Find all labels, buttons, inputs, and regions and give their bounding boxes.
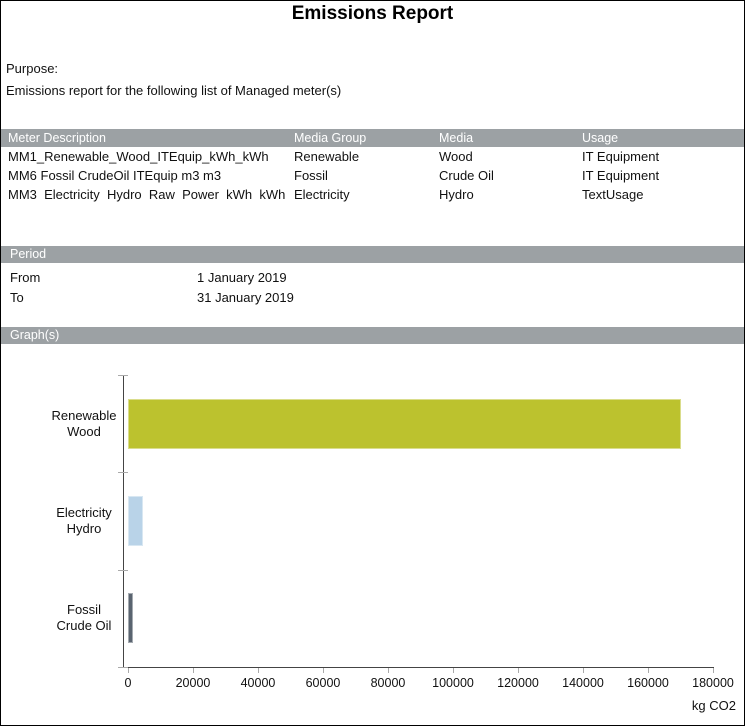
x-axis-tick — [258, 668, 259, 673]
cell-media: Hydro — [439, 185, 474, 204]
cell-usage: IT Equipment — [582, 166, 659, 185]
x-axis-unit-label: kg CO2 — [692, 698, 736, 713]
x-axis-tick — [193, 668, 194, 673]
column-header-media: Media — [439, 129, 473, 147]
x-tick-label: 160000 — [618, 676, 678, 690]
x-tick-label: 0 — [98, 676, 158, 690]
y-axis-tick — [118, 570, 128, 571]
cell-usage: IT Equipment — [582, 147, 659, 166]
cell-media-group: Renewable — [294, 147, 359, 166]
cell-usage: TextUsage — [582, 185, 643, 204]
period-from-label: From — [10, 268, 40, 287]
category-label-line: Hydro — [67, 521, 102, 537]
x-tick-label: 40000 — [228, 676, 288, 690]
x-tick-label: 60000 — [293, 676, 353, 690]
category-label-fossil-crude-oil: FossilCrude Oil — [29, 593, 139, 643]
category-label-line: Fossil — [67, 602, 101, 618]
x-axis-tick — [713, 668, 714, 673]
x-axis-line — [123, 667, 714, 668]
x-axis-tick — [388, 668, 389, 673]
column-header-media-group: Media Group — [294, 129, 366, 147]
y-axis-tick — [118, 375, 128, 376]
x-tick-label: 100000 — [423, 676, 483, 690]
x-axis-tick — [518, 668, 519, 673]
emissions-report-page: Emissions Report Purpose: Emissions repo… — [0, 0, 745, 726]
cell-meter-description: MM1_Renewable_Wood_ITEquip_kWh_kWh — [8, 147, 289, 166]
x-axis-tick — [323, 668, 324, 673]
purpose-text: Emissions report for the following list … — [6, 83, 341, 98]
period-section-header: Period — [1, 246, 744, 263]
page-title: Emissions Report — [1, 3, 744, 25]
cell-media: Crude Oil — [439, 166, 494, 185]
purpose-label: Purpose: — [6, 61, 58, 76]
category-label-electricity-hydro: ElectricityHydro — [29, 496, 139, 546]
column-header-meter-description: Meter Description — [8, 129, 106, 147]
period-from-row: From 1 January 2019 — [1, 268, 744, 287]
y-axis-tick — [118, 472, 128, 473]
category-label-line: Wood — [67, 424, 101, 440]
x-tick-label: 20000 — [163, 676, 223, 690]
category-label-line: Crude Oil — [57, 618, 112, 634]
x-axis-tick — [648, 668, 649, 673]
period-to-label: To — [10, 288, 24, 307]
cell-meter-description: MM3 Electricity Hydro Raw Power kWh kWh — [8, 185, 289, 204]
period-to-row: To 31 January 2019 — [1, 288, 744, 307]
cell-meter-description: MM6 Fossil CrudeOil ITEquip m3 m3 — [8, 166, 289, 185]
x-tick-label: 140000 — [553, 676, 613, 690]
x-tick-label: 80000 — [358, 676, 418, 690]
meter-table-header-row: Meter Description Media Group Media Usag… — [1, 129, 744, 147]
period-header-label: Period — [10, 246, 46, 263]
period-from-value: 1 January 2019 — [197, 268, 287, 287]
category-label-renewable-wood: RenewableWood — [29, 399, 139, 449]
bar-renewable-wood — [128, 399, 681, 449]
cell-media-group: Electricity — [294, 185, 350, 204]
table-row: MM6 Fossil CrudeOil ITEquip m3 m3 Fossil… — [1, 166, 744, 185]
table-row: MM3 Electricity Hydro Raw Power kWh kWh … — [1, 185, 744, 204]
emissions-chart: kg CO2 RenewableWood ElectricityHydro Foss… — [1, 337, 744, 724]
category-label-line: Electricity — [56, 505, 112, 521]
table-row: MM1_Renewable_Wood_ITEquip_kWh_kWh Renew… — [1, 147, 744, 166]
category-label-line: Renewable — [51, 408, 116, 424]
y-axis-tick — [118, 667, 128, 668]
x-tick-label: 180000 — [683, 676, 743, 690]
x-tick-label: 120000 — [488, 676, 548, 690]
cell-media-group: Fossil — [294, 166, 328, 185]
x-axis-tick — [583, 668, 584, 673]
x-axis-tick — [453, 668, 454, 673]
x-axis-tick — [128, 668, 129, 673]
cell-media: Wood — [439, 147, 473, 166]
column-header-usage: Usage — [582, 129, 618, 147]
period-to-value: 31 January 2019 — [197, 288, 294, 307]
